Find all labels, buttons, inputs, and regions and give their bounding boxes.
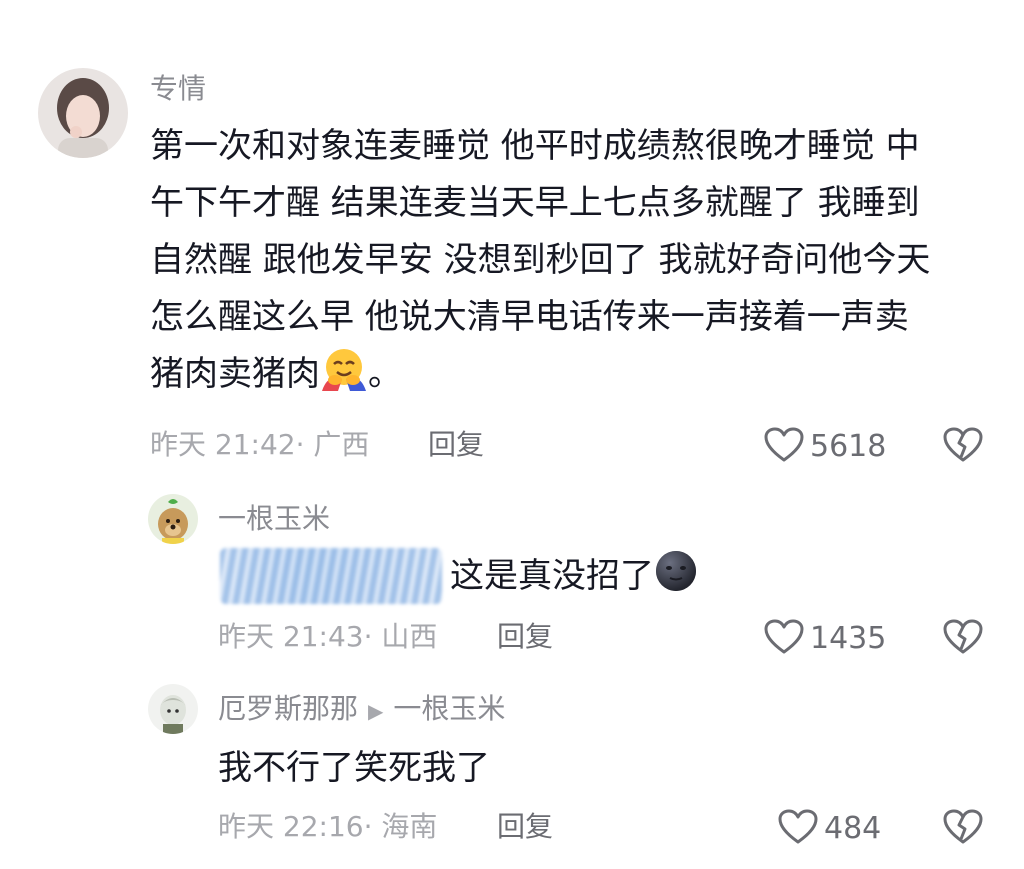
comment-time: 昨天 22:16 — [218, 810, 364, 843]
redacted-mention — [220, 548, 442, 604]
like-count: 484 — [824, 811, 882, 846]
heart-icon — [778, 809, 818, 849]
comment-line: 第一次和对象连麦睡觉 他平时成绩熬很晚才睡觉 中 — [150, 126, 920, 166]
comment-line-punct: 。 — [368, 354, 402, 394]
hugging-face-emoji — [320, 347, 368, 409]
broken-heart-icon — [943, 619, 983, 659]
broken-heart-icon — [943, 427, 983, 467]
comment-username-text[interactable]: 厄罗斯那那 — [218, 692, 358, 725]
comment-location: · 广西 — [295, 428, 370, 461]
reply-button[interactable]: 回复 — [497, 810, 553, 844]
reply-arrow-icon: ▶ — [368, 699, 384, 723]
avatar[interactable] — [38, 68, 128, 158]
heart-icon — [764, 427, 804, 467]
comment-time: 昨天 21:42 — [150, 428, 296, 461]
like-button[interactable]: 484 — [778, 809, 881, 849]
like-button[interactable]: 1435 — [764, 619, 886, 659]
comment-username[interactable]: 专情 — [150, 72, 206, 106]
comment-line-text: 猪肉卖猪肉 — [150, 354, 320, 394]
comment-location: · 海南 — [363, 810, 438, 843]
reply-to-username[interactable]: 一根玉米 — [393, 692, 505, 725]
like-count: 1435 — [810, 621, 887, 656]
comment-line: 午下午才醒 结果连麦当天早上七点多就醒了 我睡到 — [150, 183, 920, 223]
comment-line: 怎么醒这么早 他说大清早电话传来一声接着一声卖 — [150, 297, 909, 337]
dislike-button[interactable] — [943, 427, 983, 467]
reply-button[interactable]: 回复 — [497, 620, 553, 654]
comment-line-text: 这是真没招了 — [450, 556, 654, 596]
comment-text: 这是真没招了 — [450, 548, 698, 611]
avatar[interactable] — [148, 684, 198, 734]
comment-meta: 昨天 21:43· 山西 — [218, 620, 437, 654]
comment-username: 厄罗斯那那 ▶ 一根玉米 — [218, 692, 505, 728]
heart-icon — [764, 619, 804, 659]
comment-meta: 昨天 21:42· 广西 — [150, 428, 369, 462]
comment-username[interactable]: 一根玉米 — [218, 502, 330, 536]
broken-heart-icon — [943, 809, 983, 849]
comment-text: 第一次和对象连麦睡觉 他平时成绩熬很晚才睡觉 中 午下午才醒 结果连麦当天早上七… — [150, 118, 990, 409]
new-moon-face-emoji — [654, 549, 698, 611]
comment-line: 猪肉卖猪肉 。 — [150, 346, 990, 409]
dislike-button[interactable] — [943, 619, 983, 659]
like-button[interactable]: 5618 — [764, 427, 886, 467]
dislike-button[interactable] — [943, 809, 983, 849]
comment-text: 我不行了笑死我了 — [218, 748, 490, 788]
avatar[interactable] — [148, 494, 198, 544]
like-count: 5618 — [810, 429, 887, 464]
comment-location: · 山西 — [363, 620, 438, 653]
comment-time: 昨天 21:43 — [218, 620, 364, 653]
comment-line: 自然醒 跟他发早安 没想到秒回了 我就好奇问他今天 — [150, 240, 931, 280]
reply-button[interactable]: 回复 — [428, 428, 484, 462]
comment-meta: 昨天 22:16· 海南 — [218, 810, 437, 844]
